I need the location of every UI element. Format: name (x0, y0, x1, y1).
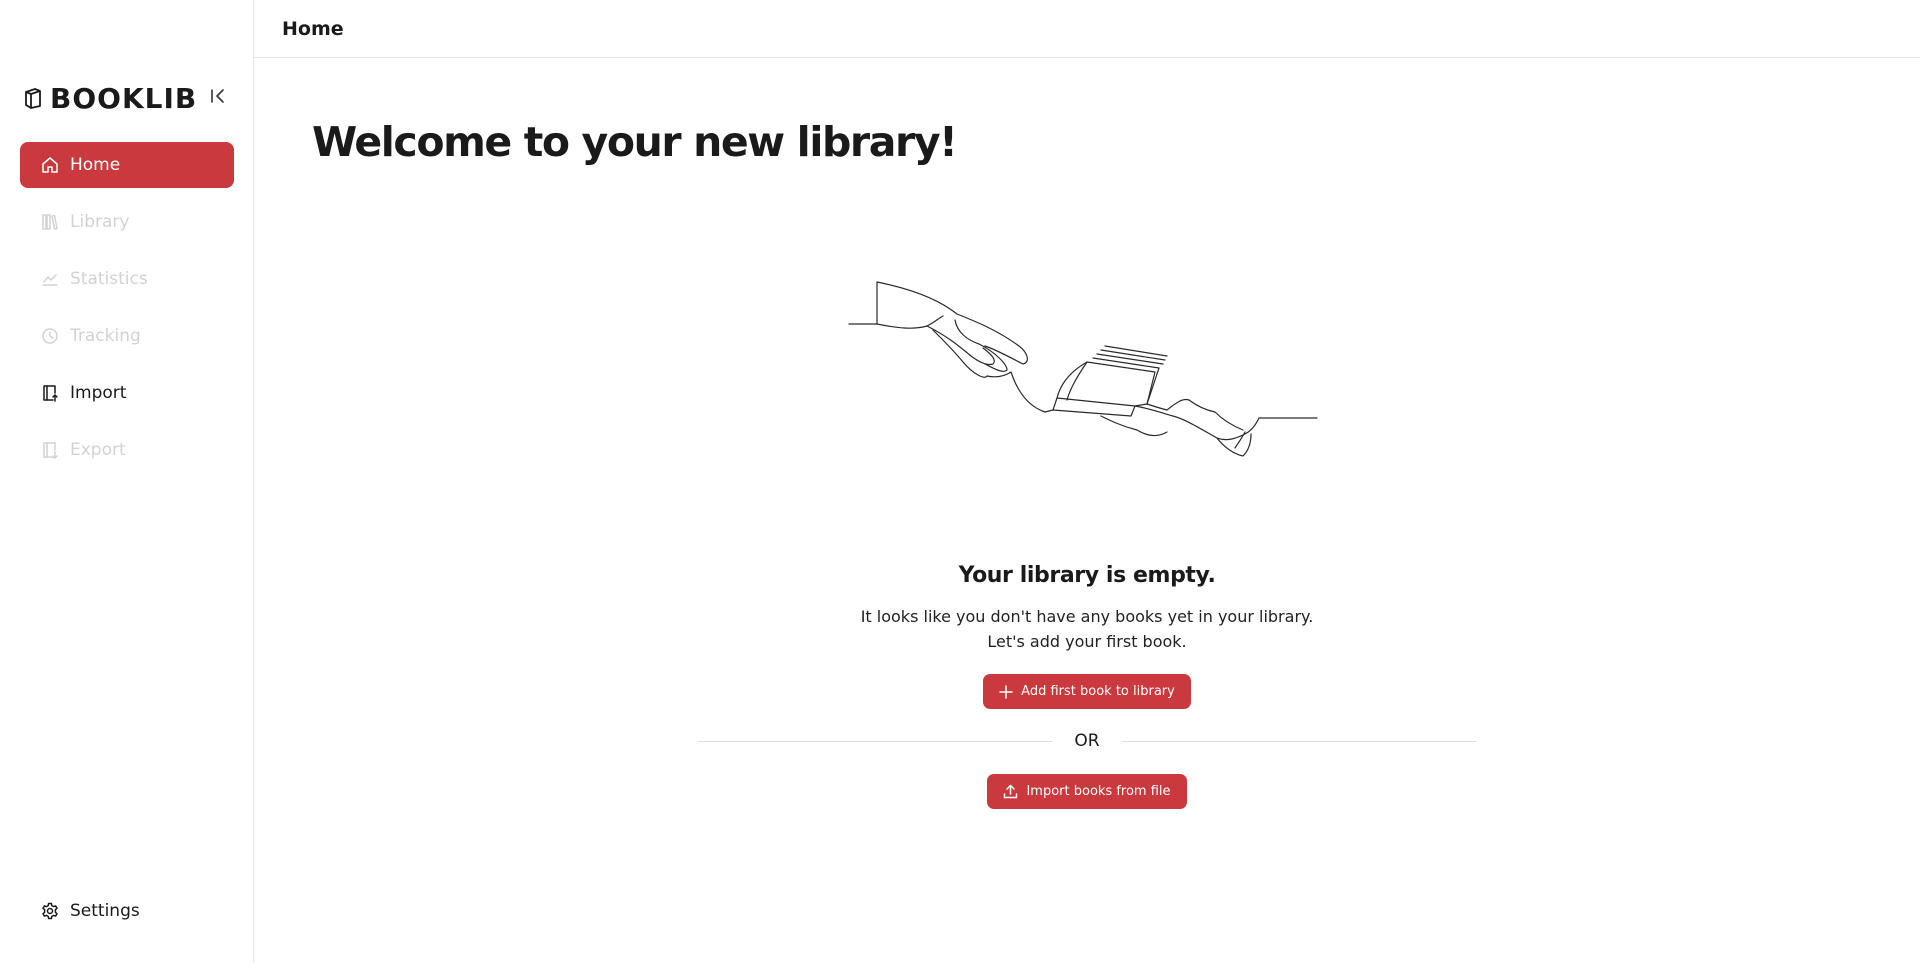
chart-icon (40, 269, 60, 289)
sidebar: BOOKLIB Home Library Statistics Tracking… (0, 0, 254, 963)
home-icon (40, 155, 60, 175)
sidebar-item-export[interactable]: Export (20, 427, 234, 473)
page-title: Welcome to your new library! (312, 118, 958, 166)
empty-title: Your library is empty. (958, 563, 1216, 588)
clock-icon (40, 326, 60, 346)
sidebar-item-label: Import (70, 383, 127, 403)
settings-container: Settings (20, 888, 234, 945)
import-books-button[interactable]: Import books from file (987, 774, 1187, 809)
add-first-book-label: Add first book to library (1021, 684, 1175, 699)
library-icon (40, 212, 60, 232)
brand-name: BOOKLIB (50, 81, 198, 115)
sidebar-item-label: Home (70, 155, 121, 175)
gear-icon (40, 901, 60, 921)
collapse-sidebar-button[interactable] (206, 86, 230, 110)
brand: BOOKLIB (20, 80, 197, 116)
import-books-label: Import books from file (1026, 784, 1171, 799)
main-content: Home Welcome to your new library! Your l… (254, 0, 1920, 963)
sidebar-item-label: Tracking (70, 326, 141, 346)
divider-line-left (698, 740, 1053, 742)
sidebar-item-label: Library (70, 212, 130, 232)
upload-icon (1003, 784, 1018, 799)
sidebar-item-import[interactable]: Import (20, 370, 234, 416)
app-root: BOOKLIB Home Library Statistics Tracking… (0, 0, 1920, 963)
empty-description-line-1: It looks like you don't have any books y… (860, 607, 1314, 626)
settings-label: Settings (70, 901, 140, 921)
book-logo-icon (20, 85, 46, 111)
export-icon (40, 440, 60, 460)
sidebar-item-statistics[interactable]: Statistics (20, 256, 234, 302)
empty-description: It looks like you don't have any books y… (861, 604, 1314, 654)
sidebar-item-tracking[interactable]: Tracking (20, 313, 234, 359)
add-first-book-button[interactable]: Add first book to library (983, 674, 1191, 709)
plus-icon (999, 684, 1013, 699)
import-icon (40, 383, 60, 403)
sidebar-item-home[interactable]: Home (20, 142, 234, 188)
header-title: Home (282, 17, 344, 40)
sidebar-item-label: Statistics (70, 269, 148, 289)
empty-state: Your library is empty. It looks like you… (254, 270, 1920, 809)
divider-line-right (1121, 740, 1477, 742)
sidebar-item-label: Export (70, 440, 126, 460)
collapse-icon (209, 87, 227, 109)
sidebar-nav: Home Library Statistics Tracking Import … (20, 142, 234, 484)
hands-giving-book-illustration (847, 270, 1327, 480)
sidebar-item-library[interactable]: Library (20, 199, 234, 245)
top-bar: Home (254, 0, 1920, 58)
sidebar-item-settings[interactable]: Settings (20, 888, 234, 934)
divider-label: OR (1074, 731, 1100, 751)
empty-description-line-2: Let's add your first book. (987, 632, 1187, 651)
or-divider: OR (698, 731, 1477, 751)
